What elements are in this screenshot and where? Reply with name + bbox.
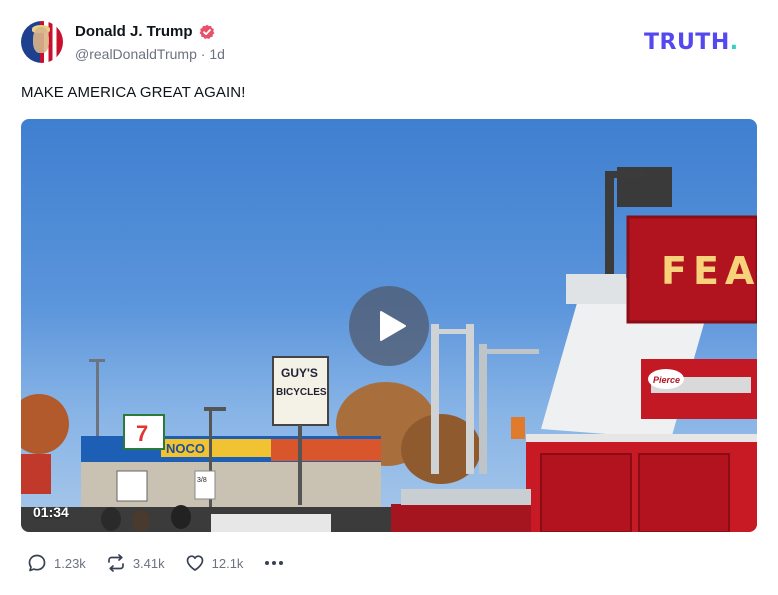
verified-badge-icon (199, 24, 214, 39)
truth-post: Donald J. Trump @realDonaldTrump · 1d TR… (0, 0, 778, 595)
price-sign: 3/8 (197, 477, 207, 484)
reply-button[interactable]: 1.23k (27, 553, 86, 573)
play-button[interactable] (349, 286, 429, 366)
more-options-button[interactable] (263, 553, 285, 573)
truck-sign: FEAS (661, 249, 757, 293)
author-meta: @realDonaldTrump · 1d (75, 46, 225, 62)
play-icon (380, 311, 406, 341)
reply-count: 1.23k (54, 555, 86, 571)
truth-logo[interactable]: TRUTH. (644, 30, 739, 55)
logo-dot: . (729, 30, 739, 55)
avatar-face (33, 27, 49, 53)
more-icon-dot (272, 561, 277, 565)
author-avatar[interactable] (21, 21, 63, 63)
author-display-name[interactable]: Donald J. Trump (75, 23, 193, 40)
post-actions: 1.23k 3.41k 12.1k (27, 553, 285, 573)
author-name-row: Donald J. Trump (75, 23, 215, 40)
more-icon-dot (279, 561, 284, 565)
author-handle[interactable]: @realDonaldTrump (75, 46, 197, 62)
retruth-count: 3.41k (132, 555, 165, 571)
post-text: MAKE AMERICA GREAT AGAIN! (21, 84, 246, 101)
retruth-icon (107, 554, 124, 572)
store-number-sign: 7 (136, 421, 148, 446)
like-count: 12.1k (211, 555, 244, 571)
post-time[interactable]: 1d (209, 46, 225, 62)
more-icon-dot (265, 561, 270, 565)
reply-icon (28, 554, 46, 572)
retruth-button[interactable]: 3.41k (106, 553, 165, 573)
bike-sign-line2: BICYCLES (276, 387, 327, 398)
heart-icon (186, 555, 203, 571)
meta-separator: · (200, 46, 206, 62)
like-button[interactable]: 12.1k (185, 553, 244, 573)
gas-brand-sign: NOCO (166, 441, 205, 456)
truck-badge: Pierce (653, 375, 680, 385)
video-player[interactable]: NOCO 7 GUY'S BICYCLES 3/8 FEA Pierce 01:… (21, 119, 757, 532)
logo-text: TRUTH (644, 30, 730, 55)
bike-sign-line1: GUY'S (281, 366, 318, 380)
video-duration: 01:34 (33, 504, 69, 520)
